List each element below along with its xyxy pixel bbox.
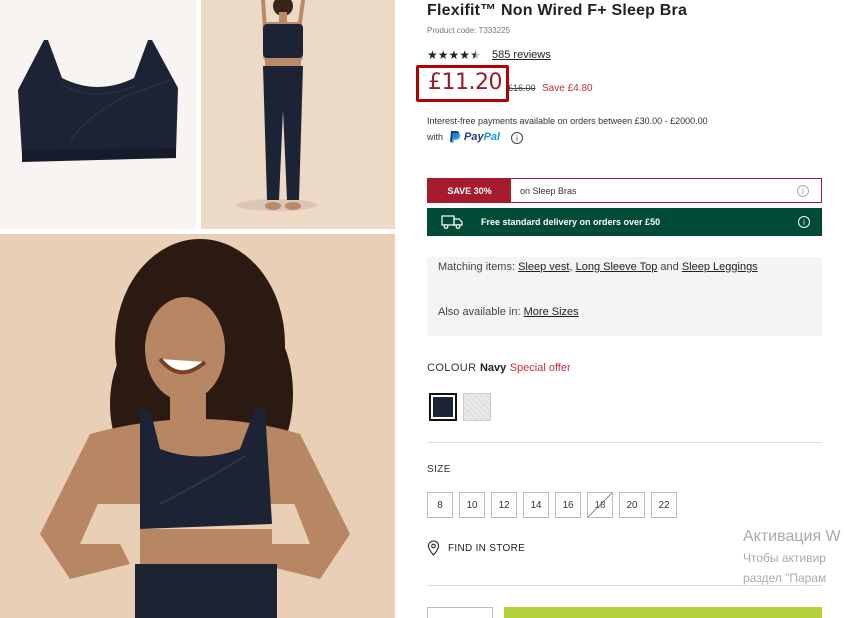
colour-heading: COLOUR	[427, 362, 477, 374]
size-option-16[interactable]: 16	[555, 492, 581, 518]
matching-items-panel: Matching items: Sleep vest, Long Sleeve …	[427, 257, 822, 336]
delivery-banner[interactable]: Free standard delivery on orders over £5…	[427, 208, 822, 236]
product-image-model-closeup[interactable]	[0, 234, 395, 618]
find-in-store-link[interactable]: FIND IN STORE	[427, 540, 525, 556]
info-icon[interactable]: i	[511, 132, 523, 144]
divider	[427, 442, 822, 443]
matching-separator: ,	[569, 261, 573, 273]
product-image-model-full[interactable]	[201, 0, 395, 229]
size-option-8[interactable]: 8	[427, 492, 453, 518]
add-to-bag-button[interactable]	[504, 607, 822, 618]
activation-line1: Чтобы активир	[743, 551, 826, 565]
size-label: SIZE	[427, 464, 451, 475]
with-text: with	[427, 132, 444, 142]
reviews-link[interactable]: 585 reviews	[492, 49, 551, 61]
current-price: £11.20	[428, 70, 502, 95]
paypal-icon	[450, 131, 461, 143]
link-more-sizes[interactable]: More Sizes	[524, 306, 579, 318]
size-option-18[interactable]: 18	[587, 492, 613, 518]
link-sleep-vest[interactable]: Sleep vest	[518, 261, 569, 273]
link-long-sleeve-top[interactable]: Long Sleeve Top	[576, 261, 658, 273]
was-price: £16.00	[508, 83, 536, 93]
info-icon[interactable]: i	[798, 216, 810, 228]
size-option-14[interactable]: 14	[523, 492, 549, 518]
bra-flatlay-illustration	[18, 40, 178, 162]
paypal-logo: PayPal	[449, 130, 500, 143]
star-icon: ★	[437, 48, 449, 62]
truck-icon	[441, 215, 463, 229]
size-option-12[interactable]: 12	[491, 492, 517, 518]
promo-tag: SAVE 30%	[428, 179, 511, 202]
also-available-prefix: Also available in:	[438, 306, 521, 318]
info-icon[interactable]: i	[797, 184, 809, 197]
matching-prefix: Matching items:	[438, 261, 516, 273]
size-option-20[interactable]: 20	[619, 492, 645, 518]
product-code: Product code: T333225	[427, 26, 511, 35]
activation-title: Активация W	[743, 528, 841, 545]
star-icon: ★	[459, 48, 471, 62]
promo-text: on Sleep Bras	[520, 185, 577, 196]
star-icon: ★	[427, 48, 438, 62]
size-option-10[interactable]: 10	[459, 492, 485, 518]
half-star-icon: ★	[470, 48, 481, 62]
model-full-illustration	[201, 0, 395, 229]
installments-text: Interest-free payments available on orde…	[427, 116, 708, 126]
promo-banner[interactable]: SAVE 30% on Sleep Bras i	[427, 178, 822, 203]
product-image-flatlay[interactable]	[0, 0, 196, 229]
size-option-22[interactable]: 22	[651, 492, 677, 518]
matching-items-line: Matching items: Sleep vest, Long Sleeve …	[438, 261, 758, 273]
navy-swatch[interactable]	[429, 393, 457, 421]
delivery-text: Free standard delivery on orders over £5…	[481, 217, 661, 227]
map-pin-icon	[427, 540, 440, 556]
paypal-text-pal: Pal	[483, 130, 501, 143]
grey-marl-swatch[interactable]	[463, 393, 491, 421]
matching-and: and	[660, 261, 679, 273]
colour-offer: Special offer	[509, 362, 571, 374]
model-closeup-illustration	[0, 234, 395, 618]
windows-activation-watermark: Активация W Чтобы активир раздел "Парам	[743, 528, 841, 588]
find-in-store-label: FIND IN STORE	[448, 542, 526, 554]
colour-label: COLOUR Navy Special offer	[427, 362, 571, 374]
link-sleep-leggings[interactable]: Sleep Leggings	[682, 261, 758, 273]
save-amount: Save £4.80	[542, 83, 593, 94]
also-available-line: Also available in: More Sizes	[438, 306, 579, 318]
star-icon: ★	[448, 48, 460, 62]
colour-selected: Navy	[479, 362, 507, 374]
paypal-text-pay: Pay	[464, 130, 484, 143]
quantity-select[interactable]	[427, 607, 493, 618]
activation-line2: раздел "Парам	[743, 571, 827, 585]
rating-stars[interactable]: ★ ★ ★ ★ ★	[427, 49, 481, 61]
product-title: Flexifit™ Non Wired F+ Sleep Bra	[427, 2, 688, 19]
